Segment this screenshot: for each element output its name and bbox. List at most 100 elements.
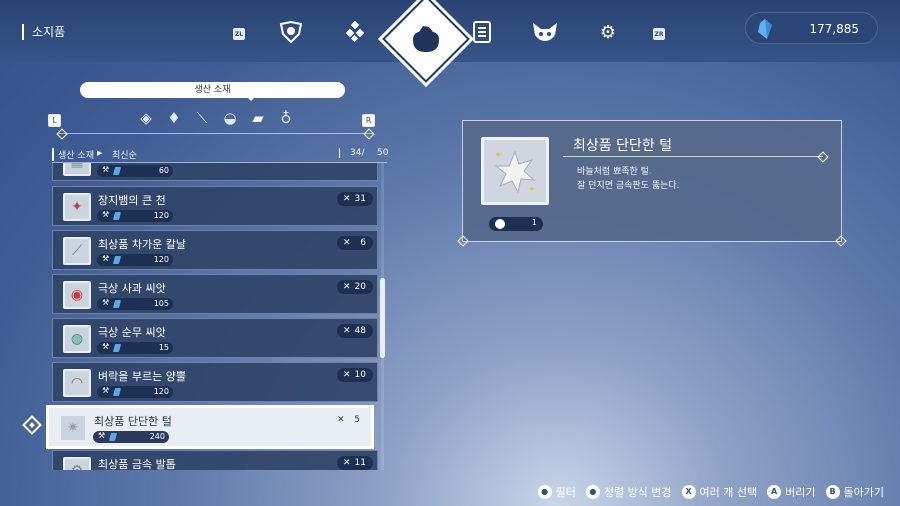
list-item[interactable]: ◍ 극상 순무 씨앗 ✕ 48 ⚒ 15 (52, 318, 378, 358)
currency-display: 177,885 (745, 12, 878, 44)
category-label: 생산 소재 (80, 82, 345, 101)
list-item[interactable]: ▦ ⚒60 (52, 163, 378, 181)
item-name: 최상품 금속 발톱 (98, 458, 176, 470)
hammer-icon: ⚒ (102, 254, 110, 263)
crystal-icon (112, 344, 122, 352)
category-divider (58, 133, 373, 134)
hint-filter[interactable]: ● 필터 (537, 484, 576, 500)
crystal-icon (108, 433, 118, 441)
item-quantity: ✕ 6 (337, 236, 373, 250)
item-value: ⚒ 240 (93, 431, 169, 443)
emblem-icon[interactable] (279, 20, 303, 44)
item-value: ⚒ 60 (97, 165, 173, 177)
item-value: ⚒ 15 (97, 342, 173, 354)
list-item[interactable]: ⚙ 최상품 금속 발톱 ✕11 (52, 450, 378, 470)
item-quantity: ✕ 11 (337, 456, 373, 470)
item-value: ⚒ 120 (97, 210, 173, 222)
mask-icon[interactable] (531, 20, 559, 44)
right-shoulder-button[interactable]: ZR (653, 28, 665, 40)
crystal-icon (112, 256, 122, 264)
scrollbar-thumb[interactable] (380, 278, 385, 358)
crystal-icon (112, 388, 122, 396)
item-name: 극상 사과 씨앗 (98, 282, 166, 295)
item-thumbnail: ✦ (63, 193, 91, 221)
item-value: ⚒ 120 (97, 386, 173, 398)
bag-icon (495, 219, 505, 229)
b-button-icon: B (825, 485, 840, 499)
item-thumbnail: ◉ (63, 281, 91, 309)
x-button-icon: X (681, 485, 696, 499)
item-quantity: ✕ 20 (337, 280, 373, 294)
stick-button-icon: ● (537, 485, 552, 499)
hammer-icon: ⚒ (102, 298, 110, 307)
svg-text:✦: ✦ (494, 150, 502, 161)
sort-bar[interactable]: 생산 소재 ▶ 최신순 34/ 50 (52, 148, 388, 162)
detail-description: 바늘처럼 뾰족한 털. 잘 던지면 금속판도 뚫는다. (577, 167, 680, 191)
item-thumbnail: ◠ (63, 369, 91, 397)
item-value: ⚒ 105 (97, 298, 173, 310)
item-value: ⚒ 120 (97, 254, 173, 266)
left-shoulder-button[interactable]: ZL (233, 28, 245, 40)
hammer-icon: ⚒ (102, 165, 110, 174)
sort-category: 생산 소재 (52, 148, 94, 161)
hint-back[interactable]: B 돌아가기 (825, 484, 884, 500)
diamond-icon[interactable]: ♦ (163, 107, 185, 129)
diamonds-icon[interactable] (343, 20, 367, 44)
pouch-icon[interactable] (407, 20, 445, 58)
category-icons: ◈ ♦ ⟍ ◒ ▰ ♁ (135, 107, 297, 129)
item-name: 장지뱀의 큰 천 (98, 194, 166, 207)
caret-right-icon: ▶ (97, 149, 103, 157)
detail-divider (563, 156, 823, 157)
currency-amount: 177,885 (809, 22, 859, 36)
left-category-button[interactable]: L (48, 114, 61, 127)
hint-discard[interactable]: A 버리기 (767, 484, 816, 500)
item-count: 34/ (339, 148, 364, 158)
a-button-icon: A (767, 485, 782, 499)
item-name: 벼락을 부르는 양뿔 (98, 370, 186, 383)
item-quantity: ✕ 48 (337, 324, 373, 338)
list-item[interactable]: ✦ 장지뱀의 큰 천 ✕ 31 ⚒ 120 (52, 186, 378, 226)
item-list: ▦ ⚒60 ✦ 장지뱀의 큰 천 ✕31 ⚒120 ⟋ 최상품 차가운 칼날 ✕… (0, 163, 380, 470)
item-quantity: ✕ 31 (337, 192, 373, 206)
hammer-icon: ⚒ (98, 431, 106, 440)
item-quantity: ✕ 5 (337, 415, 360, 425)
button-hints: ● 필터 ● 정렬 방식 변경 X 여러 개 선택 A 버리기 B 돌아가기 (537, 484, 884, 500)
list-item[interactable]: ◠ 벼락을 부르는 양뿔 ✕ 10 ⚒ 120 (52, 362, 378, 402)
item-thumbnail: ▦ (63, 163, 91, 176)
potion-icon[interactable]: ♁ (275, 107, 297, 129)
hammer-icon: ⚒ (102, 342, 110, 351)
crystal-icon (112, 300, 122, 308)
crystal-icon (112, 212, 122, 220)
item-name: 극상 순무 씨앗 (98, 326, 166, 339)
gem-rune-icon[interactable]: ◈ (135, 107, 157, 129)
item-thumbnail: ✷ (59, 414, 87, 442)
hint-sort[interactable]: ● 정렬 방식 변경 (585, 484, 672, 500)
owned-count: 1 (489, 217, 543, 231)
sort-order: 최신순 (112, 151, 137, 161)
hammer-icon: ⚒ (102, 210, 110, 219)
notebook-icon[interactable] (470, 20, 494, 44)
right-category-button[interactable]: R (362, 114, 375, 127)
item-thumbnail: ◍ (63, 325, 91, 353)
list-item[interactable]: ◉ 극상 사과 씨앗 ✕ 20 ⚒ 105 (52, 274, 378, 314)
gear-icon[interactable]: ⚙ (596, 20, 620, 44)
fabric-icon[interactable]: ▰ (247, 107, 269, 129)
item-detail-panel: ✦ ✦ 1 최상품 단단한 털 바늘처럼 뾰족한 털. 잘 던지면 금속판도 뚫는… (462, 120, 842, 242)
item-name: 최상품 단단한 털 (94, 415, 172, 428)
detail-title: 최상품 단단한 털 (573, 138, 673, 154)
bone-icon[interactable]: ⟍ (191, 107, 213, 129)
stick-button-icon: ● (585, 485, 600, 499)
svg-text:✦: ✦ (528, 185, 536, 195)
item-thumbnail: ⚙ (63, 457, 91, 470)
item-name: 최상품 차가운 칼날 (98, 238, 186, 251)
hint-multi-select[interactable]: X 여러 개 선택 (681, 484, 757, 500)
list-item-selected[interactable]: ✷ 최상품 단단한 털 ✕ 5 ⚒ 240 (48, 407, 372, 447)
item-quantity: ✕ 10 (337, 368, 373, 382)
list-item[interactable]: ⟋ 최상품 차가운 칼날 ✕ 6 ⚒ 120 (52, 230, 378, 270)
crystal-icon (112, 167, 122, 175)
crystal-icon (758, 19, 772, 43)
mortar-icon[interactable]: ◒ (219, 107, 241, 129)
hammer-icon: ⚒ (102, 386, 110, 395)
screen-title: 소지품 (22, 24, 65, 40)
item-thumbnail: ⟋ (63, 237, 91, 265)
